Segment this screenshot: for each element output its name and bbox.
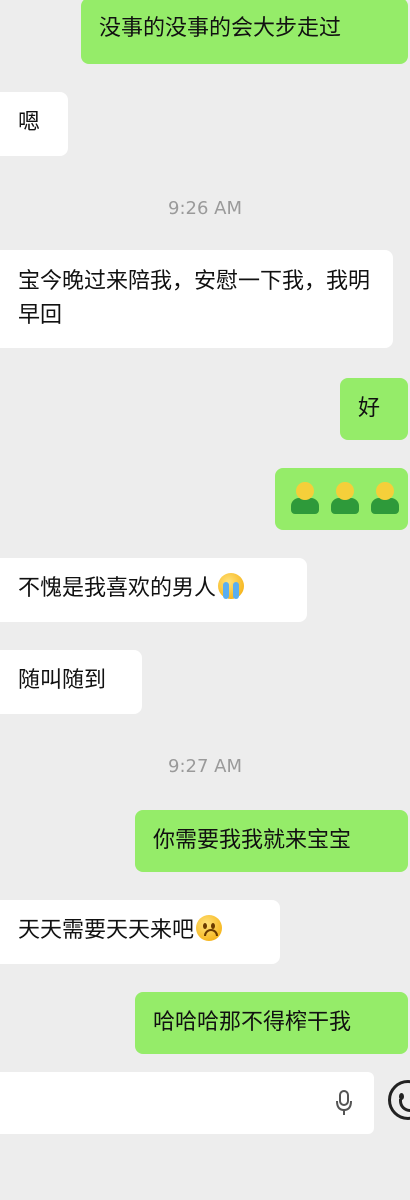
frowning-face-icon — [196, 915, 223, 941]
message-bubble-incoming[interactable]: 天天需要天天来吧 — [0, 900, 280, 964]
timestamp: 9:27 AM — [168, 756, 242, 777]
message-text: 宝今晚过来陪我，安慰一下我，我明早回 — [18, 269, 371, 328]
message-text: 没事的没事的会大步走过 — [99, 16, 342, 41]
three-green-figures-sticker — [285, 482, 405, 514]
chat-area: 没事的没事的会大步走过 嗯 9:26 AM 宝今晚过来陪我，安慰一下我，我明早回… — [0, 0, 410, 1200]
message-text: 哈哈哈那不得榨干我 — [153, 1010, 352, 1035]
message-text: 你需要我我就来宝宝 — [153, 828, 352, 853]
message-text: 天天需要天天来吧 — [18, 918, 195, 943]
message-bubble-incoming[interactable]: 随叫随到 — [0, 650, 142, 714]
timestamp: 9:26 AM — [168, 198, 242, 219]
message-bubble-outgoing[interactable]: 你需要我我就来宝宝 — [135, 810, 408, 872]
message-text: 嗯 — [18, 110, 41, 135]
message-bubble-outgoing[interactable]: 哈哈哈那不得榨干我 — [135, 992, 408, 1054]
message-text: 不愧是我喜欢的男人 — [18, 576, 217, 601]
message-bubble-outgoing[interactable]: 好 — [340, 378, 408, 440]
message-bubble-outgoing-sticker[interactable] — [275, 468, 408, 530]
message-bubble-incoming[interactable]: 嗯 — [0, 92, 68, 156]
message-input[interactable] — [0, 1072, 374, 1134]
loudly-crying-face-icon — [218, 573, 245, 599]
message-text: 好 — [358, 396, 381, 421]
message-text: 随叫随到 — [18, 668, 107, 693]
message-bubble-incoming[interactable]: 宝今晚过来陪我，安慰一下我，我明早回 — [0, 250, 393, 348]
message-bubble-incoming[interactable]: 不愧是我喜欢的男人 — [0, 558, 307, 622]
message-bubble-outgoing[interactable]: 没事的没事的会大步走过 — [81, 0, 408, 64]
microphone-icon[interactable] — [336, 1090, 352, 1116]
